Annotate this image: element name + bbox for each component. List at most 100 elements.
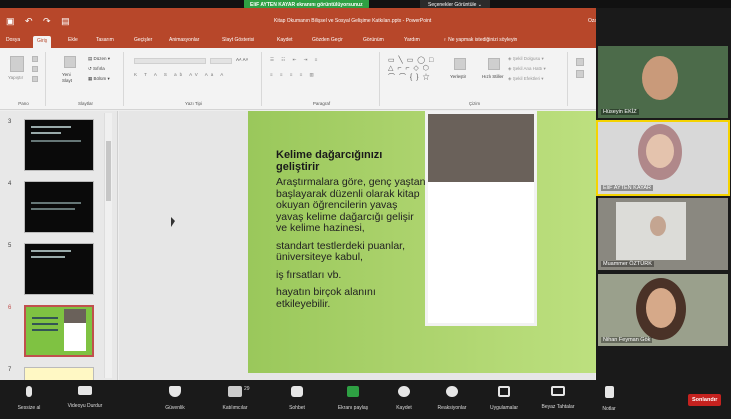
tab-tasarim[interactable]: Tasarım — [96, 37, 114, 43]
section-button[interactable]: ▦ Bölüm ▾ — [88, 76, 110, 82]
participant-name: EliF AYTEN KAYAR — [601, 185, 653, 191]
font-name-select[interactable] — [134, 58, 206, 64]
thumb-text-line — [31, 140, 81, 142]
share-screen-button[interactable]: Ekranı paylaş — [326, 386, 380, 411]
current-slide[interactable]: Kelime dağarcığınızı geliştirir Araştırm… — [248, 111, 598, 373]
arrange-button[interactable]: Yerleştir — [450, 74, 466, 79]
align-buttons[interactable]: ≡ ≡ ≡ ≡ ▥ — [270, 72, 317, 78]
participant-tile[interactable]: Hüseyin EKİZ — [598, 46, 728, 118]
record-label: Kaydet — [396, 405, 412, 411]
tab-gozden-gecir[interactable]: Gözden Geçir — [312, 37, 343, 43]
slide-thumb-4[interactable] — [24, 181, 94, 233]
arrange-icon[interactable] — [454, 58, 466, 70]
group-label-paragraf: Paragraf — [312, 101, 331, 106]
mute-button[interactable]: Sessize al — [2, 386, 56, 411]
font-format-buttons[interactable]: K T A S ab AV Aa A — [134, 72, 226, 77]
reset-button[interactable]: ↺ Sıfırla — [88, 66, 105, 72]
paste-icon[interactable] — [10, 56, 24, 72]
thumb-text-line — [31, 126, 71, 128]
participant-face — [650, 216, 666, 236]
shape-outline-button[interactable]: ◈ Şekil Ana Hattı ▾ — [508, 66, 546, 72]
paste-button[interactable]: Yapıştır — [8, 75, 23, 80]
shield-icon — [169, 386, 181, 397]
microphone-icon — [26, 386, 32, 397]
tab-kaydet[interactable]: Kaydet — [277, 37, 293, 43]
cut-icon[interactable] — [32, 56, 38, 62]
tab-ekle[interactable]: Ekle — [68, 37, 78, 43]
slide-thumb-5[interactable] — [24, 243, 94, 295]
participants-label: Katılımcılar — [222, 405, 248, 411]
scrollbar-thumb[interactable] — [106, 141, 111, 201]
slide-paragraph: standart testlerdeki puanlar, üniversite… — [276, 239, 405, 263]
tab-dosya[interactable]: Dosya — [6, 37, 20, 43]
reset-label: Sıfırla — [93, 66, 105, 71]
thumb-photo-frame — [64, 323, 86, 351]
tab-gorunum[interactable]: Görünüm — [363, 37, 384, 43]
reactions-button[interactable]: Reaksiyonlar — [425, 386, 479, 411]
slide-thumb-7[interactable] — [24, 367, 94, 381]
format-painter-icon[interactable] — [32, 76, 38, 82]
apps-button[interactable]: Uygulamalar — [477, 386, 531, 411]
chat-button[interactable]: Sohbet — [270, 386, 324, 411]
slide-thumbnails-pane: 3 4 5 6 7 — [0, 111, 118, 381]
tab-gecisler[interactable]: Geçişler — [134, 37, 152, 43]
thumb-number-7: 7 — [8, 367, 12, 373]
whiteboards-button[interactable]: Beyaz Tahtalar — [531, 386, 585, 410]
share-screen-label: Ekranı paylaş — [337, 405, 369, 411]
group-label-pano: Pano — [18, 101, 29, 106]
lightbulb-icon: ♀ — [443, 37, 447, 43]
participants-button[interactable]: 29 Katılımcılar — [208, 386, 262, 411]
shape-fill-button[interactable]: ◈ Şekil Dolgusu ▾ — [508, 56, 544, 62]
end-meeting-button[interactable]: Sonlandır — [688, 394, 722, 406]
thumb-number-5: 5 — [8, 243, 12, 249]
tab-giris[interactable]: Giriş — [33, 36, 52, 48]
layout-button[interactable]: ▤ Düzen ▾ — [88, 56, 110, 62]
shape-effects-label: Şekil Efektleri — [512, 76, 540, 81]
replace-icon[interactable] — [576, 70, 584, 78]
quick-styles-button[interactable]: Hızlı Stiller — [482, 74, 506, 80]
new-slide-icon[interactable] — [64, 56, 76, 68]
slide-thumb-6-selected[interactable] — [24, 305, 94, 357]
shape-effects-button[interactable]: ◈ Şekil Efektleri ▾ — [508, 76, 544, 82]
group-duzenleme — [570, 52, 596, 106]
slide-thumb-3[interactable] — [24, 119, 94, 171]
quick-access-toolbar[interactable]: ▣ ↶ ↷ ▤ — [6, 16, 74, 27]
slide-heading: Kelime dağarcığınızı geliştirir — [276, 149, 383, 173]
group-yazi-tipi: A˄ A˅ K T A S ab AV Aa A Yazı Tipi — [126, 52, 262, 106]
thumb-text-line — [31, 202, 81, 204]
group-label-yazi-tipi: Yazı Tipi — [185, 101, 202, 106]
group-label-slaytlar: Slaytlar — [77, 101, 93, 106]
copy-icon[interactable] — [32, 66, 38, 72]
thumb-number-6: 6 — [8, 305, 12, 311]
tab-slayt-gosterisi[interactable]: Slayt Gösterisi — [222, 37, 254, 43]
slide-body: Araştırmalara göre, genç yaştan başlayar… — [276, 176, 426, 316]
video-camera-icon — [78, 386, 92, 395]
apps-icon — [498, 386, 510, 397]
find-icon[interactable] — [576, 58, 584, 66]
meeting-toolbar: Sessize al Videoyu Durdur Güvenlik 29 Ka… — [0, 380, 731, 419]
shapes-gallery[interactable]: ▭ ╲ ▭ ◯ □ △ ⌐ ⌐ ◇ ⬡ ⌒ ⌒ { } ☆ — [388, 56, 434, 82]
participant-tile[interactable]: Muammer ÖZTÜRK — [598, 198, 728, 270]
new-slide-button[interactable]: Yeni Slayt — [62, 72, 80, 84]
thumbnails-scrollbar[interactable] — [104, 113, 112, 378]
shape-outline-label: Şekil Ana Hattı — [512, 66, 543, 71]
record-button[interactable]: Kaydet — [377, 386, 431, 411]
tab-yardim[interactable]: Yardım — [404, 37, 420, 43]
thumb-number-3: 3 — [8, 119, 12, 125]
notes-button[interactable]: Notlar — [582, 386, 636, 412]
participant-tile[interactable]: Nihan Feyman Gök — [598, 274, 728, 346]
tab-animasyonlar[interactable]: Animasyonlar — [169, 37, 199, 43]
font-size-select[interactable] — [210, 58, 232, 64]
participant-video — [642, 56, 678, 100]
participant-name: Nihan Feyman Gök — [601, 337, 653, 343]
tell-me-search[interactable]: ♀ Ne yapmak istediğinizi söyleyin — [443, 37, 517, 43]
quick-styles-icon[interactable] — [488, 58, 500, 70]
grow-font-icon[interactable]: A˄ A˅ — [236, 57, 248, 62]
list-buttons[interactable]: ☰ ☷ ⇤ ⇥ ≡ — [270, 57, 320, 63]
security-button[interactable]: Güvenlik — [148, 386, 202, 411]
mouse-cursor-icon — [171, 217, 175, 227]
participant-tile-active-speaker[interactable]: EliF AYTEN KAYAR — [596, 120, 730, 196]
group-paragraf: ☰ ☷ ⇤ ⇥ ≡ ≡ ≡ ≡ ≡ ▥ Paragraf — [264, 52, 380, 106]
video-button[interactable]: Videoyu Durdur — [58, 386, 112, 409]
tell-me-text: Ne yapmak istediğinizi söyleyin — [448, 37, 518, 43]
